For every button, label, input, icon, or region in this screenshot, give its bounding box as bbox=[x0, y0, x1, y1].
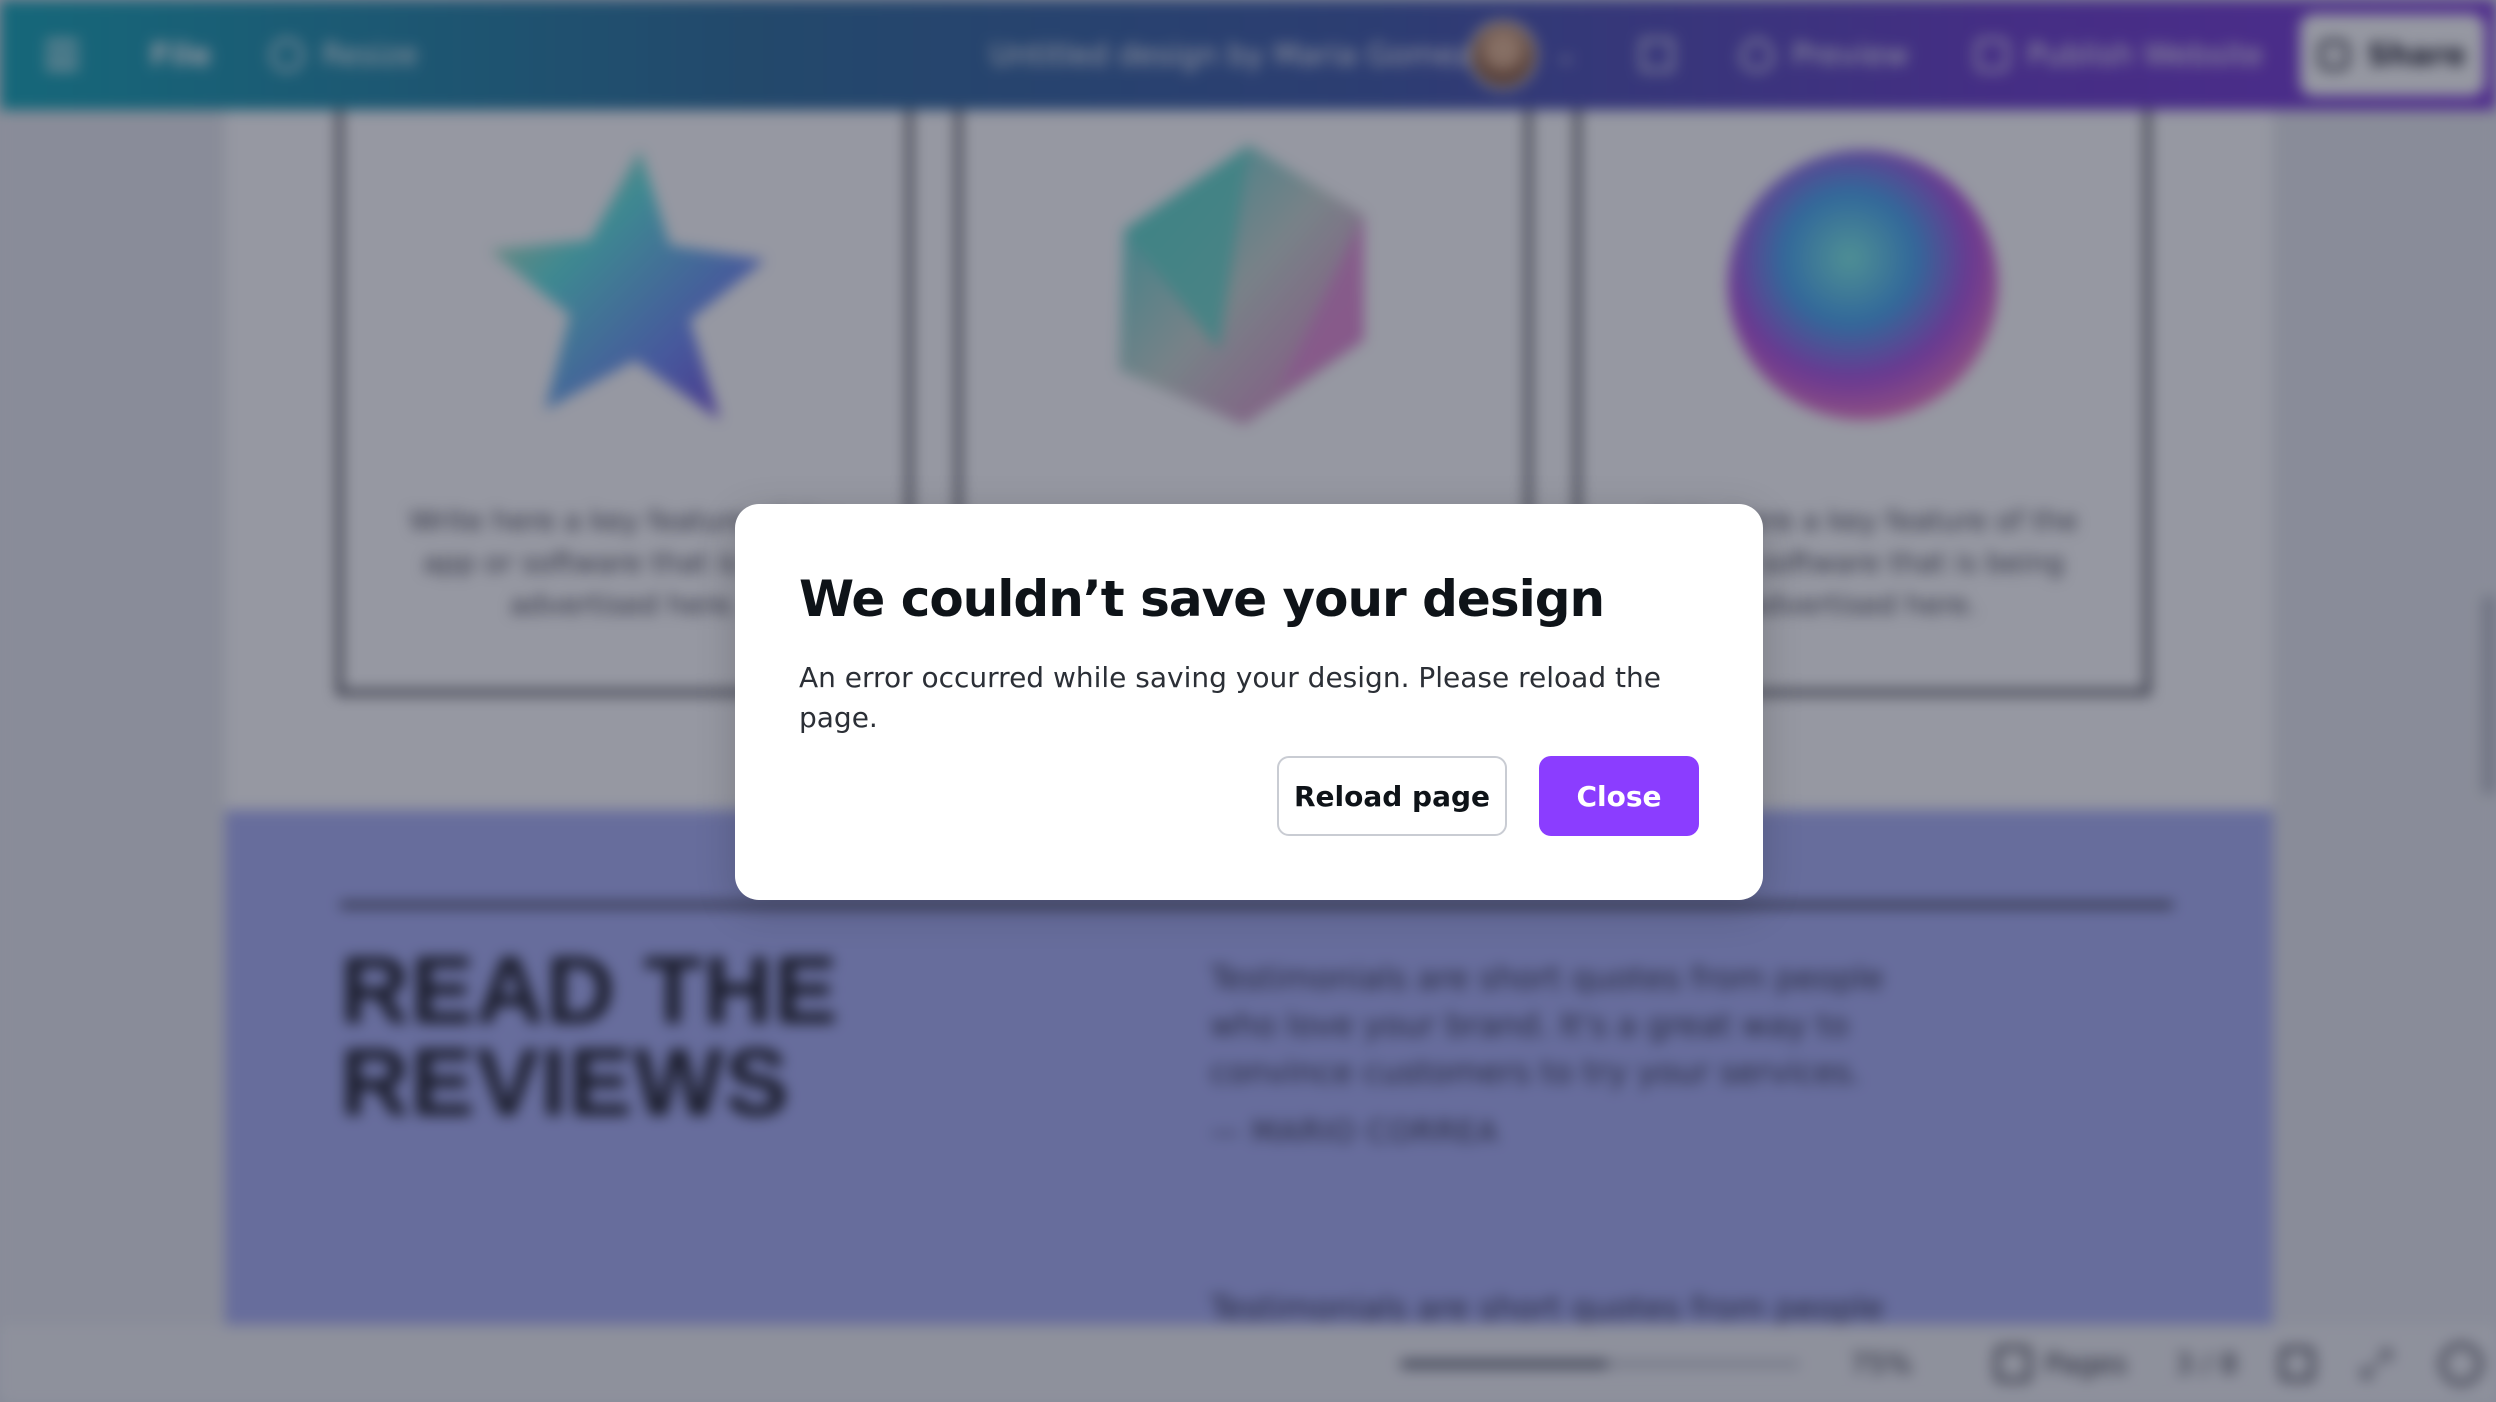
dialog-title: We couldn’t save your design bbox=[799, 570, 1605, 628]
dialog-actions: Reload page Close bbox=[1277, 756, 1699, 836]
close-button[interactable]: Close bbox=[1539, 756, 1699, 836]
dialog-message: An error occurred while saving your desi… bbox=[799, 661, 1661, 734]
reload-page-button[interactable]: Reload page bbox=[1277, 756, 1507, 836]
canva-editor: File Resize Untitled design by Maria Gom… bbox=[0, 0, 2496, 1402]
save-error-dialog: We couldn’t save your design An error oc… bbox=[735, 504, 1763, 900]
